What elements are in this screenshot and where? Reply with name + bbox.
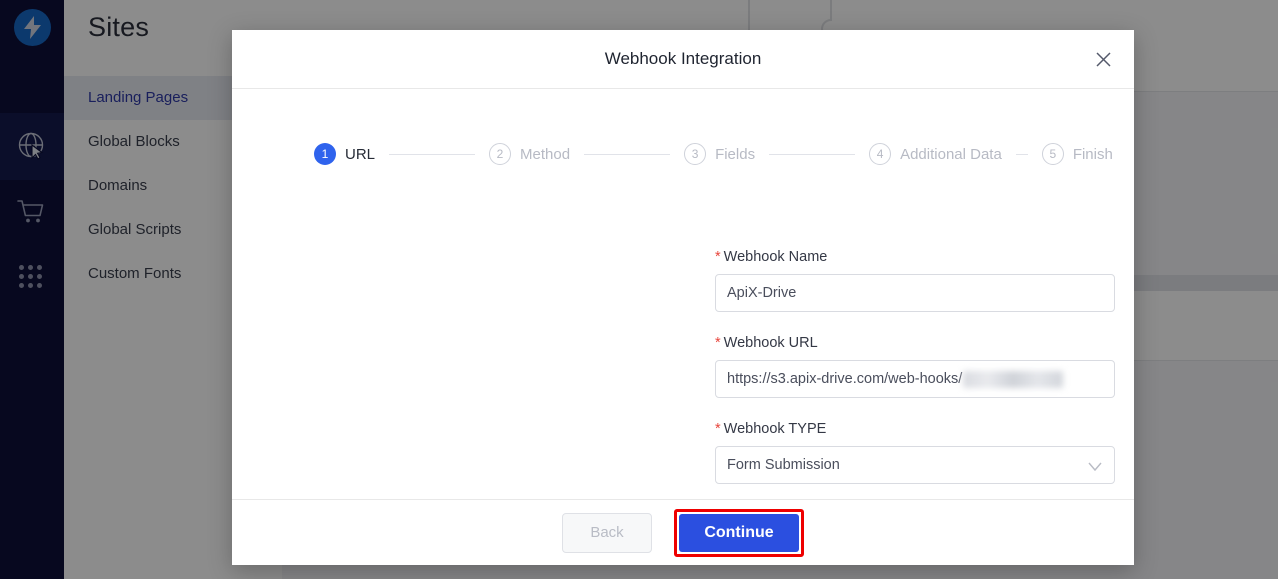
step-url[interactable]: 1 URL: [314, 143, 375, 165]
chevron-down-icon: [1088, 460, 1102, 476]
webhook-name-label: * Webhook Name: [715, 249, 1115, 265]
webhook-url-value: https://s3.apix-drive.com/web-hooks/: [727, 371, 963, 387]
wizard-stepper: 1 URL 2 Method 3 Fields 4 Additional Dat…: [314, 143, 1113, 165]
webhook-name-input[interactable]: ApiX-Drive: [715, 274, 1115, 312]
field-webhook-type: * Webhook TYPE Form Submission: [715, 421, 1115, 484]
required-marker: *: [715, 249, 721, 265]
field-webhook-name: * Webhook Name ApiX-Drive: [715, 249, 1115, 312]
step-number: 1: [314, 143, 336, 165]
continue-button[interactable]: Continue: [679, 513, 799, 552]
webhook-name-value: ApiX-Drive: [727, 285, 797, 301]
step-finish[interactable]: 5 Finish: [1041, 143, 1113, 165]
close-icon[interactable]: [1088, 44, 1118, 74]
redacted-token: [963, 370, 1064, 388]
step-method[interactable]: 2 Method: [489, 143, 570, 165]
continue-highlight: Continue: [674, 508, 804, 557]
required-marker: *: [715, 421, 721, 437]
step-number: 2: [489, 143, 512, 165]
screen: Sites Landing Pages Global Blocks Domain…: [0, 0, 1278, 579]
label-text: Webhook TYPE: [723, 421, 827, 437]
step-label: Additional Data: [900, 145, 1002, 163]
step-number: 5: [1041, 143, 1064, 165]
field-webhook-url: * Webhook URL https://s3.apix-drive.com/w…: [715, 335, 1115, 398]
webhook-type-label: * Webhook TYPE: [715, 421, 1115, 437]
step-connector: [769, 153, 856, 155]
modal-footer: Back Continue: [232, 499, 1134, 565]
modal-body: 1 URL 2 Method 3 Fields 4 Additional Dat…: [232, 89, 1134, 499]
step-connector: [389, 153, 476, 155]
required-marker: *: [715, 335, 721, 351]
modal-title: Webhook Integration: [604, 49, 762, 68]
step-connector: [1015, 153, 1028, 155]
modal-header: Webhook Integration: [232, 30, 1134, 89]
step-fields[interactable]: 3 Fields: [684, 143, 755, 165]
webhook-url-input[interactable]: https://s3.apix-drive.com/web-hooks/: [715, 360, 1115, 398]
step-label: Fields: [715, 145, 756, 163]
step-label: Method: [520, 145, 571, 163]
webhook-url-label: * Webhook URL: [715, 335, 1115, 351]
label-text: Webhook Name: [723, 249, 828, 265]
webhook-type-select[interactable]: Form Submission: [715, 446, 1115, 484]
webhook-integration-modal: Webhook Integration 1 URL 2 Method 3 Fie…: [232, 30, 1134, 565]
step-number: 3: [684, 143, 707, 165]
step-label: Finish: [1072, 145, 1113, 163]
step-additional-data[interactable]: 4 Additional Data: [869, 143, 1002, 165]
step-connector: [584, 153, 671, 155]
webhook-type-value: Form Submission: [727, 457, 840, 473]
label-text: Webhook URL: [723, 335, 818, 351]
step-label: URL: [345, 145, 376, 163]
back-button[interactable]: Back: [562, 512, 652, 553]
step-number: 4: [869, 143, 892, 165]
webhook-form: * Webhook Name ApiX-Drive * Webhook URL ht…: [715, 249, 1115, 507]
